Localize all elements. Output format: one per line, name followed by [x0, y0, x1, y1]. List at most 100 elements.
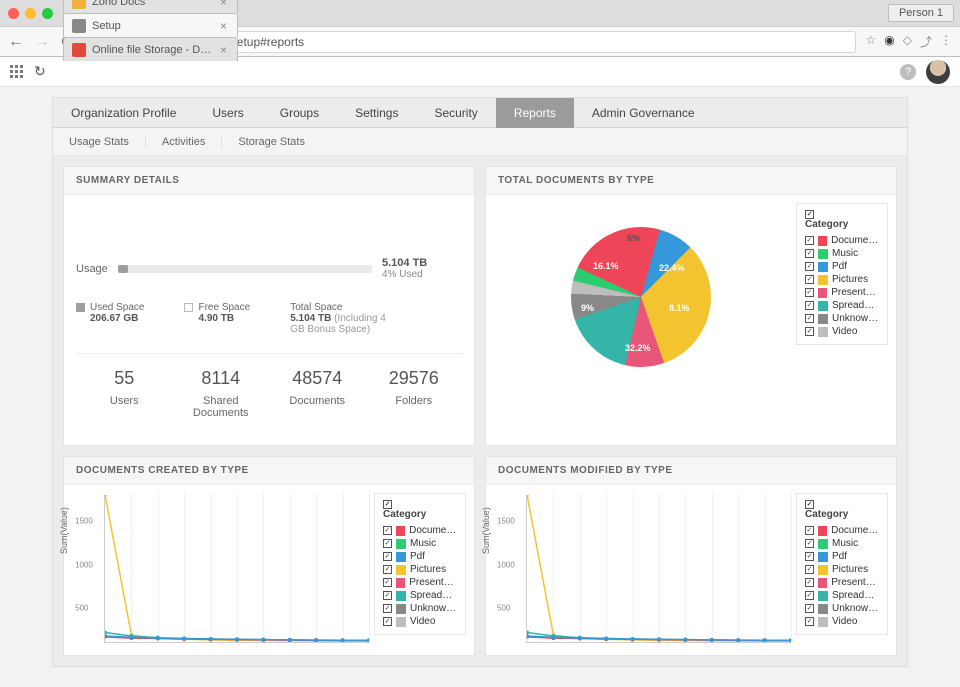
legend-item[interactable]: Pictures [383, 563, 457, 576]
window-controls[interactable] [8, 8, 53, 19]
legend-item[interactable]: Music [805, 247, 879, 260]
extension-icon-3[interactable]: ⤴ [920, 33, 932, 50]
swatch-icon [818, 327, 828, 337]
summary-card: SUMMARY DETAILS Usage 5.104 TB 4% Used U… [63, 166, 475, 446]
sub-tabs: Usage StatsActivitiesStorage Stats [53, 128, 907, 156]
checkbox-icon[interactable] [383, 552, 392, 561]
usage-bar [118, 265, 372, 273]
legend-item[interactable]: Unknow… [805, 312, 879, 325]
legend-item[interactable]: Documents [805, 234, 879, 247]
checkbox-icon[interactable] [805, 578, 814, 587]
legend-item[interactable]: Documents [805, 524, 879, 537]
modified-card: DOCUMENTS MODIFIED BY TYPE Sum(Value) 50… [485, 456, 897, 656]
main-tab-admin-governance[interactable]: Admin Governance [574, 98, 713, 128]
omnibox-icons: ☆ ◉ ◇ ⤴ ⋮ [866, 33, 953, 50]
legend-toggle-all[interactable] [383, 500, 392, 509]
main-tab-security[interactable]: Security [416, 98, 495, 128]
back-button[interactable]: ← [8, 33, 24, 51]
legend-item[interactable]: Unknow… [383, 602, 457, 615]
checkbox-icon[interactable] [805, 565, 814, 574]
checkbox-icon[interactable] [383, 539, 392, 548]
refresh-icon[interactable]: ↻ [34, 63, 46, 80]
created-card: DOCUMENTS CREATED BY TYPE Sum(Value) 500… [63, 456, 475, 656]
pie-title: TOTAL DOCUMENTS BY TYPE [486, 167, 896, 195]
legend-item[interactable]: Video [805, 615, 879, 628]
close-tab-icon[interactable]: × [220, 19, 227, 33]
extension-icon[interactable]: ◉ [884, 33, 894, 50]
checkbox-icon[interactable] [805, 526, 814, 535]
checkbox-icon[interactable] [383, 591, 392, 600]
star-icon[interactable]: ☆ [866, 33, 877, 50]
legend-toggle-all[interactable] [805, 210, 814, 219]
legend-item[interactable]: Video [383, 615, 457, 628]
extension-icon-2[interactable]: ◇ [903, 33, 912, 50]
legend-label: Documents [409, 525, 457, 536]
main-tab-organization-profile[interactable]: Organization Profile [53, 98, 194, 128]
checkbox-icon[interactable] [805, 236, 814, 245]
legend-item[interactable]: Pictures [805, 563, 879, 576]
checkbox-icon[interactable] [805, 327, 814, 336]
help-icon[interactable]: ? [900, 64, 916, 80]
checkbox-icon[interactable] [805, 552, 814, 561]
checkbox-icon[interactable] [383, 526, 392, 535]
apps-grid-icon[interactable] [10, 65, 24, 79]
legend-label: Unknow… [832, 313, 878, 324]
close-window-icon[interactable] [8, 8, 19, 19]
legend-item[interactable]: Pdf [805, 550, 879, 563]
maximize-window-icon[interactable] [42, 8, 53, 19]
checkbox-icon[interactable] [805, 249, 814, 258]
checkbox-icon[interactable] [805, 275, 814, 284]
main-tab-settings[interactable]: Settings [337, 98, 416, 128]
usage-label: Usage [76, 263, 108, 275]
close-tab-icon[interactable]: × [220, 43, 227, 57]
checkbox-icon[interactable] [805, 617, 814, 626]
legend-item[interactable]: Spreads… [383, 589, 457, 602]
sub-tab-storage-stats[interactable]: Storage Stats [222, 136, 321, 148]
legend-item[interactable]: Music [383, 537, 457, 550]
legend-item[interactable]: Music [805, 537, 879, 550]
sub-tab-activities[interactable]: Activities [146, 136, 222, 148]
legend-item[interactable]: Spreads… [805, 299, 879, 312]
checkbox-icon[interactable] [383, 604, 392, 613]
checkbox-icon[interactable] [383, 578, 392, 587]
checkbox-icon[interactable] [805, 301, 814, 310]
main-tab-users[interactable]: Users [194, 98, 261, 128]
browser-tab[interactable]: Zoho Docs× [63, 0, 238, 13]
browser-tab[interactable]: Online file Storage - Documen× [63, 37, 238, 61]
checkbox-icon[interactable] [805, 288, 814, 297]
legend-item[interactable]: Pdf [805, 260, 879, 273]
checkbox-icon[interactable] [805, 591, 814, 600]
legend-item[interactable]: Video [805, 325, 879, 338]
checkbox-icon[interactable] [805, 262, 814, 271]
browser-tab[interactable]: Setup× [63, 13, 238, 37]
checkbox-icon[interactable] [805, 314, 814, 323]
used-space-value: 206.67 GB [90, 313, 144, 324]
legend-item[interactable]: Presenta… [383, 576, 457, 589]
checkbox-icon[interactable] [383, 565, 392, 574]
checkbox-icon[interactable] [805, 539, 814, 548]
legend-item[interactable]: Pictures [805, 273, 879, 286]
legend-toggle-all[interactable] [805, 500, 814, 509]
legend-item[interactable]: Unknow… [805, 602, 879, 615]
profile-badge[interactable]: Person 1 [888, 4, 954, 22]
legend-item[interactable]: Spreads… [805, 589, 879, 602]
main-tab-groups[interactable]: Groups [262, 98, 337, 128]
minimize-window-icon[interactable] [25, 8, 36, 19]
modified-plot: 50010001500 [526, 495, 791, 643]
checkbox-icon[interactable] [383, 617, 392, 626]
legend-item[interactable]: Documents [383, 524, 457, 537]
avatar[interactable] [926, 60, 950, 84]
close-tab-icon[interactable]: × [220, 0, 227, 9]
stat-users: 55Users [76, 354, 173, 433]
main-tab-reports[interactable]: Reports [496, 98, 574, 128]
legend-label: Documents [831, 525, 879, 536]
legend-item[interactable]: Pdf [383, 550, 457, 563]
legend-item[interactable]: Presenta… [805, 286, 879, 299]
sub-tab-usage-stats[interactable]: Usage Stats [53, 136, 146, 148]
legend-label: Spreads… [832, 300, 879, 311]
legend-item[interactable]: Presenta… [805, 576, 879, 589]
checkbox-icon[interactable] [805, 604, 814, 613]
usage-total: 5.104 TB [382, 257, 462, 269]
menu-icon[interactable]: ⋮ [940, 33, 952, 50]
stat-shared-documents: 8114Shared Documents [173, 354, 270, 433]
